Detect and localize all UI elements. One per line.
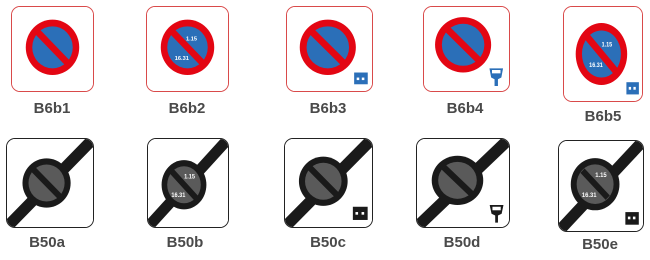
sign-label-b6b2: B6b2 [168,100,206,117]
sign-label-b6b1: B6b1 [33,100,71,117]
sign-b6b2: 1.15 16.31 [146,6,229,92]
sign-b6b5: 1.15 16.31 [563,6,643,102]
sign-label-b50c: B50c [310,234,346,251]
time-label-top: 1.15 [184,174,196,180]
sign-b50d [416,138,510,228]
sign-b50e: 1.15 16.31 [558,140,644,232]
sign-label-b50a: B50a [29,234,65,251]
time-label-top: 1.15 [595,172,607,179]
sign-label-b6b5: B6b5 [584,108,622,125]
sign-label-b50b: B50b [166,234,204,251]
sign-label-b6b4: B6b4 [446,100,484,117]
time-label-top: 1.15 [602,42,613,49]
sign-b50a [6,138,94,228]
sign-b6b4 [423,6,510,92]
sign-label-b6b3: B6b3 [309,100,347,117]
time-label-bottom: 16.31 [171,193,186,199]
sign-b50c [284,138,373,228]
sign-b50b: 1.15 16.31 [147,138,229,228]
sign-label-b50e: B50e [582,236,618,253]
parking-disc-icon [626,82,639,95]
time-label-bottom: 16.31 [582,192,597,199]
sign-b6b3 [286,6,373,92]
sign-label-b50d: B50d [443,234,481,251]
parking-disc-icon [352,206,368,220]
parking-disc-icon [354,72,368,85]
time-label-bottom: 16.31 [175,56,190,62]
time-label-bottom: 16.31 [589,63,603,70]
time-label-top: 1.15 [186,37,198,43]
sign-b6b1 [11,6,94,92]
parking-disc-icon [625,212,639,225]
